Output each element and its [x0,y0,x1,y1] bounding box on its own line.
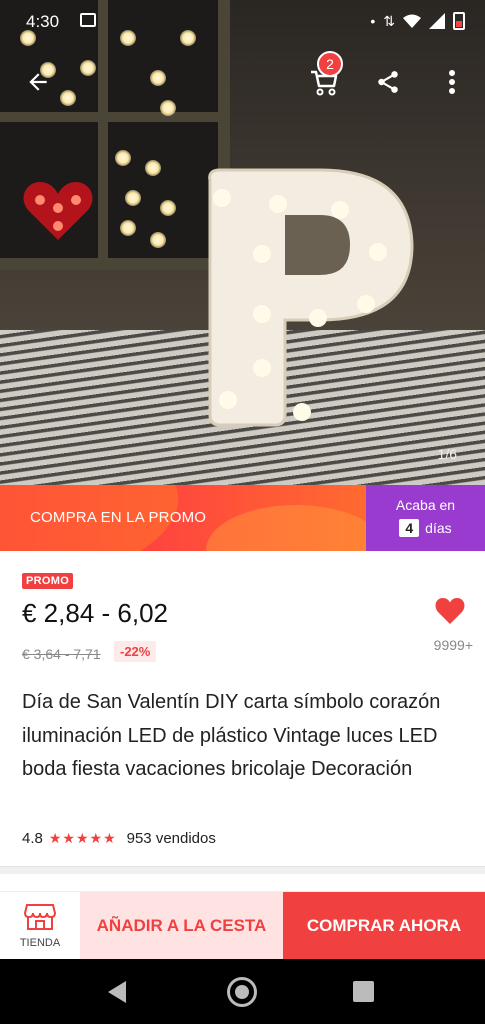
top-bar: 2 [0,51,485,112]
nav-recents-icon[interactable] [353,981,374,1002]
promo-banner-left: COMPRA EN LA PROMO [0,485,366,551]
store-button[interactable]: TIENDA [0,892,80,960]
cart-count-badge: 2 [317,51,343,77]
image-counter: 1/6 [437,446,457,462]
add-to-cart-button[interactable]: AÑADIR A LA CESTA [80,892,283,960]
heart-light-decor [23,182,93,240]
signal-icon [429,13,445,29]
product-info: PROMO € 2,84 - 6,02 € 3,64 - 7,71 -22% 9… [0,551,485,871]
sold-count: 953 vendidos [126,830,216,847]
wishlist-heart-icon[interactable] [435,597,465,625]
more-vert-icon [449,70,455,94]
bottom-action-bar: TIENDA AÑADIR A LA CESTA COMPRAR AHORA [0,891,485,960]
back-button[interactable] [16,60,60,104]
star-rating-icon: ★★★★★ [48,830,117,846]
data-arrows-icon: ⇅ [383,12,395,29]
promo-ends-label: Acaba en [395,497,456,513]
nav-back-icon[interactable] [108,981,126,1003]
gallery-icon [80,13,96,27]
wifi-icon [403,14,421,28]
section-divider [0,866,485,874]
promo-days-value: 4 [399,519,420,537]
promo-days-label: días [425,520,452,536]
wishlist-count: 9999+ [433,637,473,653]
system-nav-bar [0,959,485,1024]
product-title: Día de San Valentín DIY carta símbolo co… [22,691,441,780]
share-icon [378,71,398,93]
buy-now-button[interactable]: COMPRAR AHORA [283,892,485,960]
promo-banner-text: COMPRA EN LA PROMO [30,509,207,526]
product-old-price: € 3,64 - 7,71 [22,646,101,662]
rating-row[interactable]: 4.8 ★★★★★ 953 vendidos [22,830,216,847]
letter-p-lamp [208,168,414,427]
product-price: € 2,84 - 6,02 [22,598,168,628]
battery-icon [453,12,465,30]
promo-banner[interactable]: COMPRA EN LA PROMO Acaba en 4 días [0,485,485,551]
status-bar: 4:30 • ⇅ [0,0,485,44]
promo-tag: PROMO [22,573,74,589]
more-options-button[interactable] [430,60,474,104]
store-label: TIENDA [19,937,61,949]
rating-value: 4.8 [22,830,43,847]
promo-countdown: Acaba en 4 días [366,485,485,551]
status-time: 4:30 [26,12,60,31]
dot-icon: • [370,13,376,29]
status-icons: • ⇅ [370,12,465,30]
discount-badge: -22% [114,641,157,662]
nav-home-icon[interactable] [227,977,257,1007]
store-icon [24,904,56,930]
share-button[interactable] [366,60,410,104]
arrow-left-icon [29,73,47,91]
